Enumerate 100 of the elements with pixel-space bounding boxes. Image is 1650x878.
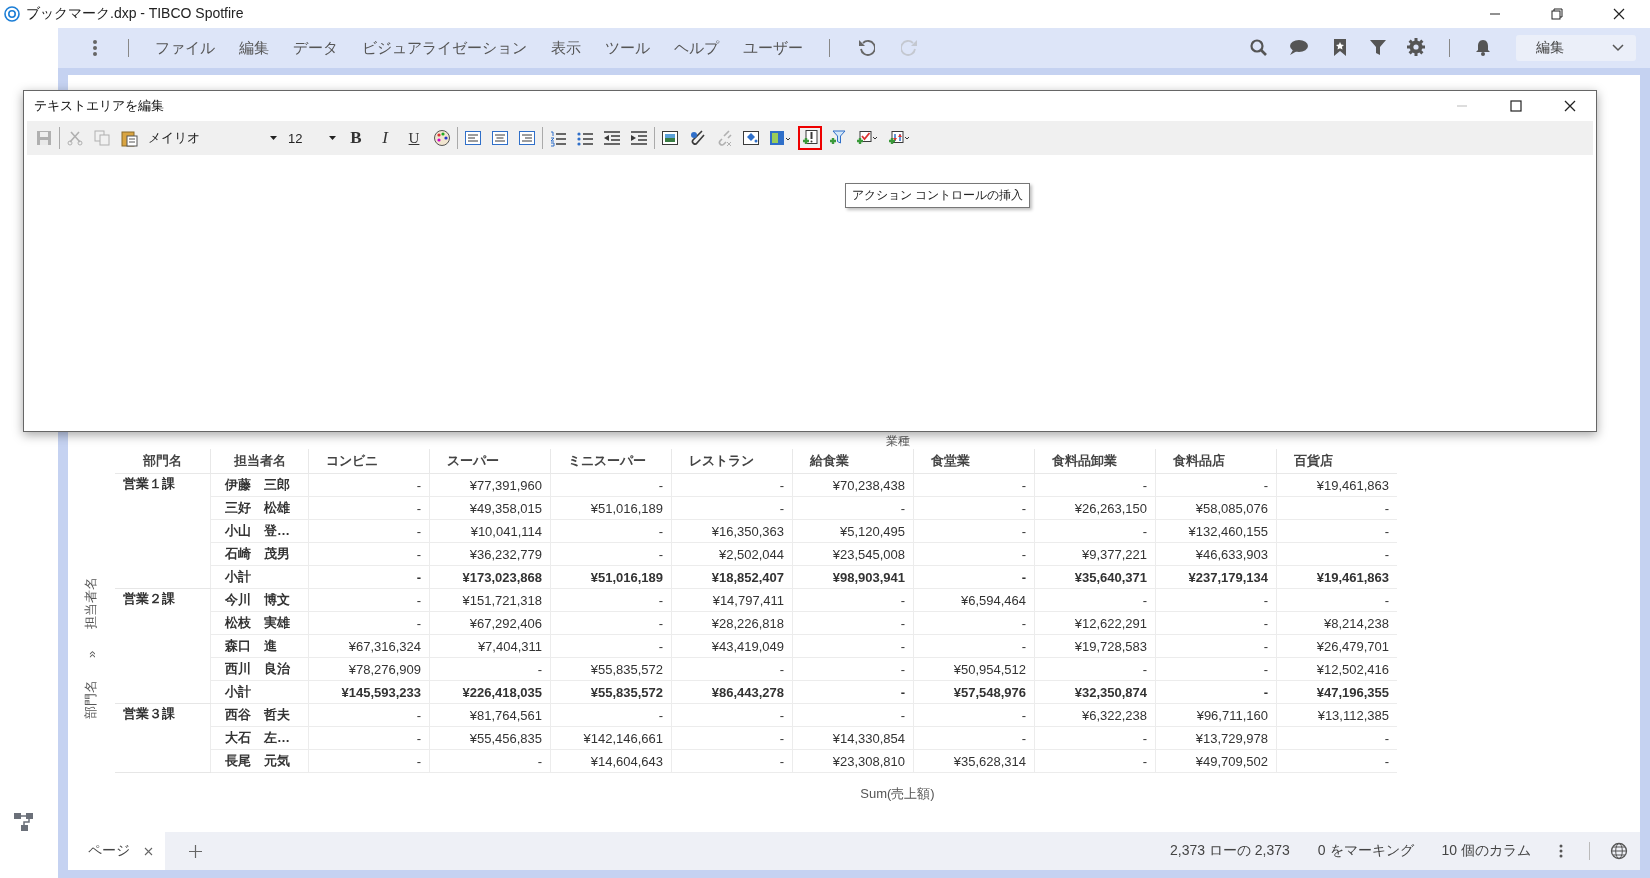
table-cell: - (1276, 588, 1397, 612)
table-cell: - (913, 565, 1035, 589)
table-cell: ¥70,238,438 (792, 473, 914, 497)
table-cell: ¥32,350,874 (1034, 680, 1156, 704)
search-icon[interactable] (1249, 38, 1267, 58)
more-icon[interactable] (92, 39, 98, 57)
column-header[interactable]: ミニスーパー (550, 449, 672, 474)
table-cell: ¥36,232,779 (429, 542, 551, 566)
table-cell: ¥98,903,941 (792, 565, 914, 589)
menu-item[interactable]: ユーザー (743, 38, 803, 58)
axis-title: 業種 (884, 433, 911, 449)
menu-item[interactable]: ビジュアライゼーション (362, 38, 527, 58)
table-cell: - (792, 680, 914, 704)
bold-button[interactable]: B (343, 124, 369, 152)
table-cell: - (913, 519, 1035, 543)
table-cell: - (1276, 542, 1397, 566)
table-cell: - (308, 565, 430, 589)
mode-dropdown[interactable]: 編集 (1516, 35, 1636, 61)
restore-icon[interactable] (1551, 8, 1563, 20)
table-cell: ¥16,350,363 (671, 519, 793, 543)
underline-button[interactable]: U (401, 124, 427, 152)
plus-exclamation-icon[interactable] (798, 126, 822, 150)
row-header: 営業１課 (115, 473, 211, 589)
table-cell: ¥55,835,572 (550, 657, 672, 681)
table-cell: - (550, 611, 672, 635)
column-header[interactable]: コンビニ (308, 449, 430, 474)
row-header: 営業３課 (115, 703, 211, 773)
table-cell: ¥18,852,407 (671, 565, 793, 589)
more-icon[interactable] (1559, 844, 1563, 858)
table-cell: ¥23,545,008 (792, 542, 914, 566)
table-cell: ¥12,502,416 (1276, 657, 1397, 681)
column-header[interactable]: 食料品店 (1155, 449, 1277, 474)
table-cell: ¥86,443,278 (671, 680, 793, 704)
add-page-icon[interactable] (189, 844, 202, 858)
table-cell: - (308, 496, 430, 520)
table-cell: - (1034, 588, 1156, 612)
table-cell: ¥77,391,960 (429, 473, 551, 497)
filter-icon[interactable] (1369, 38, 1387, 58)
column-header[interactable]: 給食業 (792, 449, 914, 474)
menu-item[interactable]: 編集 (239, 38, 269, 58)
table-cell: ¥12,622,291 (1034, 611, 1156, 635)
menu-item[interactable]: ファイル (155, 38, 215, 58)
row-header: 石崎 茂男 (210, 542, 309, 566)
menu-item[interactable]: データ (293, 38, 338, 58)
table-cell: - (1276, 726, 1397, 750)
table-cell: - (1034, 657, 1156, 681)
undo-icon[interactable] (857, 38, 875, 58)
table-cell: ¥58,085,076 (1155, 496, 1277, 520)
column-header[interactable]: 百貨店 (1276, 449, 1397, 474)
axis-label: 担当者名 (82, 576, 100, 629)
table-cell: ¥142,146,661 (550, 726, 672, 750)
table-cell: ¥10,041,114 (429, 519, 551, 543)
table-cell: - (1034, 519, 1156, 543)
column-header[interactable]: レストラン (671, 449, 793, 474)
row-header: 西川 良治 (210, 657, 309, 681)
table-cell: - (1034, 473, 1156, 497)
table-cell: - (308, 588, 430, 612)
row-header: 西谷 哲夫 (210, 703, 309, 727)
settings-icon[interactable] (1407, 38, 1425, 58)
chat-bubbles-icon[interactable] (1287, 38, 1311, 58)
table-cell: ¥19,461,863 (1276, 473, 1397, 497)
maximize-icon[interactable] (1510, 100, 1522, 112)
table-cell: - (1155, 473, 1277, 497)
table-cell: ¥26,263,150 (1034, 496, 1156, 520)
table-cell: - (913, 726, 1035, 750)
table-cell: ¥14,604,643 (550, 749, 672, 773)
column-header[interactable]: スーパー (429, 449, 551, 474)
table-cell: ¥35,640,371 (1034, 565, 1156, 589)
table-cell: ¥43,419,049 (671, 634, 793, 658)
page-tab[interactable]: ページ (68, 832, 165, 870)
hierarchy-icon[interactable] (13, 811, 35, 833)
column-header[interactable]: 食料品卸業 (1034, 449, 1156, 474)
bookmark-icon[interactable] (1331, 38, 1349, 58)
table-cell: ¥6,594,464 (913, 588, 1035, 612)
table-cell: - (1155, 611, 1277, 635)
menu-item[interactable]: 表示 (551, 38, 581, 58)
table-cell: ¥67,316,324 (308, 634, 430, 658)
italic-button[interactable]: I (372, 124, 398, 152)
close-icon[interactable] (1613, 8, 1625, 20)
column-header[interactable]: 部門名 (115, 449, 211, 474)
table-cell: - (792, 634, 914, 658)
menu-item[interactable]: ツール (605, 38, 650, 58)
table-cell: - (308, 703, 430, 727)
column-header[interactable]: 食堂業 (913, 449, 1035, 474)
column-header[interactable]: 担当者名 (210, 449, 309, 474)
table-cell: - (308, 611, 430, 635)
close-icon[interactable] (1564, 100, 1576, 112)
bell-icon[interactable] (1474, 38, 1492, 58)
table-cell: ¥173,023,868 (429, 565, 551, 589)
table-cell: - (429, 657, 551, 681)
axis-label: 部門名 (82, 680, 100, 720)
table-cell: ¥7,404,311 (429, 634, 551, 658)
tooltip: アクション コントロールの挿入 (845, 183, 1031, 208)
globe-icon[interactable] (1610, 842, 1628, 860)
menu-item[interactable]: ヘルプ (674, 38, 719, 58)
table-cell: - (913, 634, 1035, 658)
table-cell: - (913, 542, 1035, 566)
table-cell: ¥26,479,701 (1276, 634, 1397, 658)
table-cell: - (1276, 749, 1397, 773)
table-cell: ¥8,214,238 (1276, 611, 1397, 635)
